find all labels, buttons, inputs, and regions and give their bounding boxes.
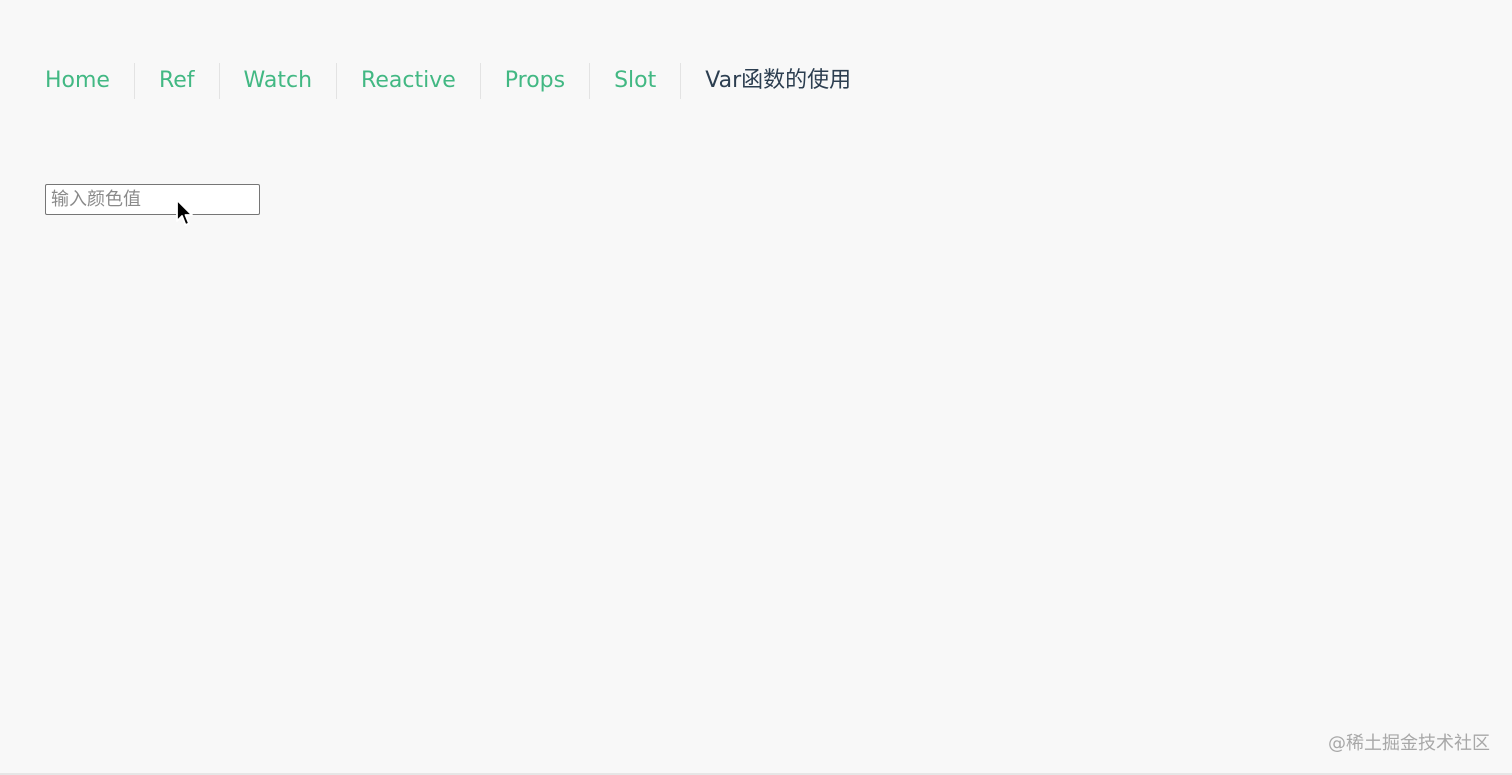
nav-link-props[interactable]: Props — [479, 63, 589, 99]
nav-link-slot[interactable]: Slot — [589, 63, 680, 99]
watermark-text: @稀土掘金技术社区 — [1328, 733, 1490, 754]
color-value-input[interactable] — [45, 184, 260, 215]
nav-link-reactive[interactable]: Reactive — [336, 63, 480, 99]
nav-link-ref[interactable]: Ref — [133, 63, 219, 99]
nav-link-watch[interactable]: Watch — [218, 63, 337, 99]
top-nav: Home Ref Watch Reactive Props Slot Var函数… — [45, 63, 875, 99]
nav-link-var-function[interactable]: Var函数的使用 — [680, 63, 875, 99]
nav-link-home[interactable]: Home — [45, 63, 134, 99]
